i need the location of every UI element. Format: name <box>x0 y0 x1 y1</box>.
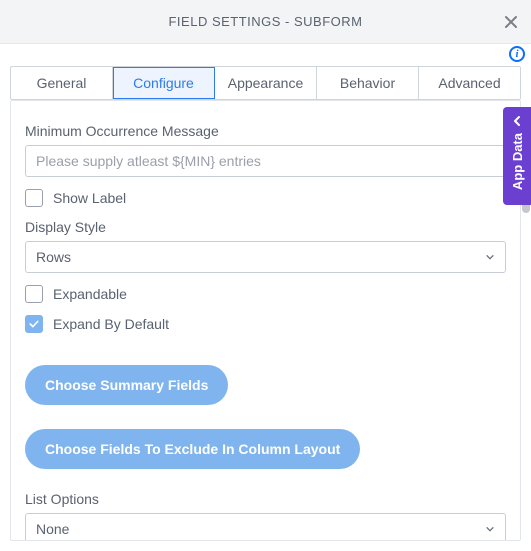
min-occurrence-input[interactable] <box>25 145 506 177</box>
expandable-text: Expandable <box>53 286 127 302</box>
expandable-checkbox[interactable] <box>25 285 43 303</box>
chevron-down-icon <box>485 524 495 534</box>
display-style-value: Rows <box>36 249 71 265</box>
dialog-header: FIELD SETTINGS - SUBFORM <box>0 0 531 44</box>
show-label-checkbox[interactable] <box>25 189 43 207</box>
side-tab-label: App Data <box>510 133 525 190</box>
list-options-label: List Options <box>25 491 506 507</box>
choose-summary-fields-button[interactable]: Choose Summary Fields <box>25 365 228 405</box>
tab-appearance[interactable]: Appearance <box>215 67 317 99</box>
dialog-title: FIELD SETTINGS - SUBFORM <box>168 14 362 29</box>
min-occurrence-label: Minimum Occurrence Message <box>25 123 506 139</box>
tab-bar: General Configure Appearance Behavior Ad… <box>10 66 521 100</box>
choose-exclude-fields-button[interactable]: Choose Fields To Exclude In Column Layou… <box>25 429 360 469</box>
display-style-select[interactable]: Rows <box>25 241 506 273</box>
chevron-down-icon <box>485 252 495 262</box>
tab-configure[interactable]: Configure <box>113 67 215 99</box>
chevron-left-icon <box>511 115 523 127</box>
display-style-label: Display Style <box>25 219 506 235</box>
close-icon[interactable] <box>501 12 521 32</box>
expand-default-checkbox[interactable] <box>25 315 43 333</box>
tab-general[interactable]: General <box>11 67 113 99</box>
info-icon[interactable]: i <box>509 46 525 62</box>
list-options-value: None <box>36 521 69 537</box>
tab-advanced[interactable]: Advanced <box>419 67 520 99</box>
expand-default-text: Expand By Default <box>53 316 169 332</box>
app-data-side-tab[interactable]: App Data <box>503 107 531 205</box>
tab-behavior[interactable]: Behavior <box>317 67 419 99</box>
list-options-select[interactable]: None <box>25 513 506 541</box>
configure-panel: Minimum Occurrence Message Show Label Di… <box>10 100 521 541</box>
show-label-text: Show Label <box>53 190 126 206</box>
info-row: i <box>0 44 531 66</box>
